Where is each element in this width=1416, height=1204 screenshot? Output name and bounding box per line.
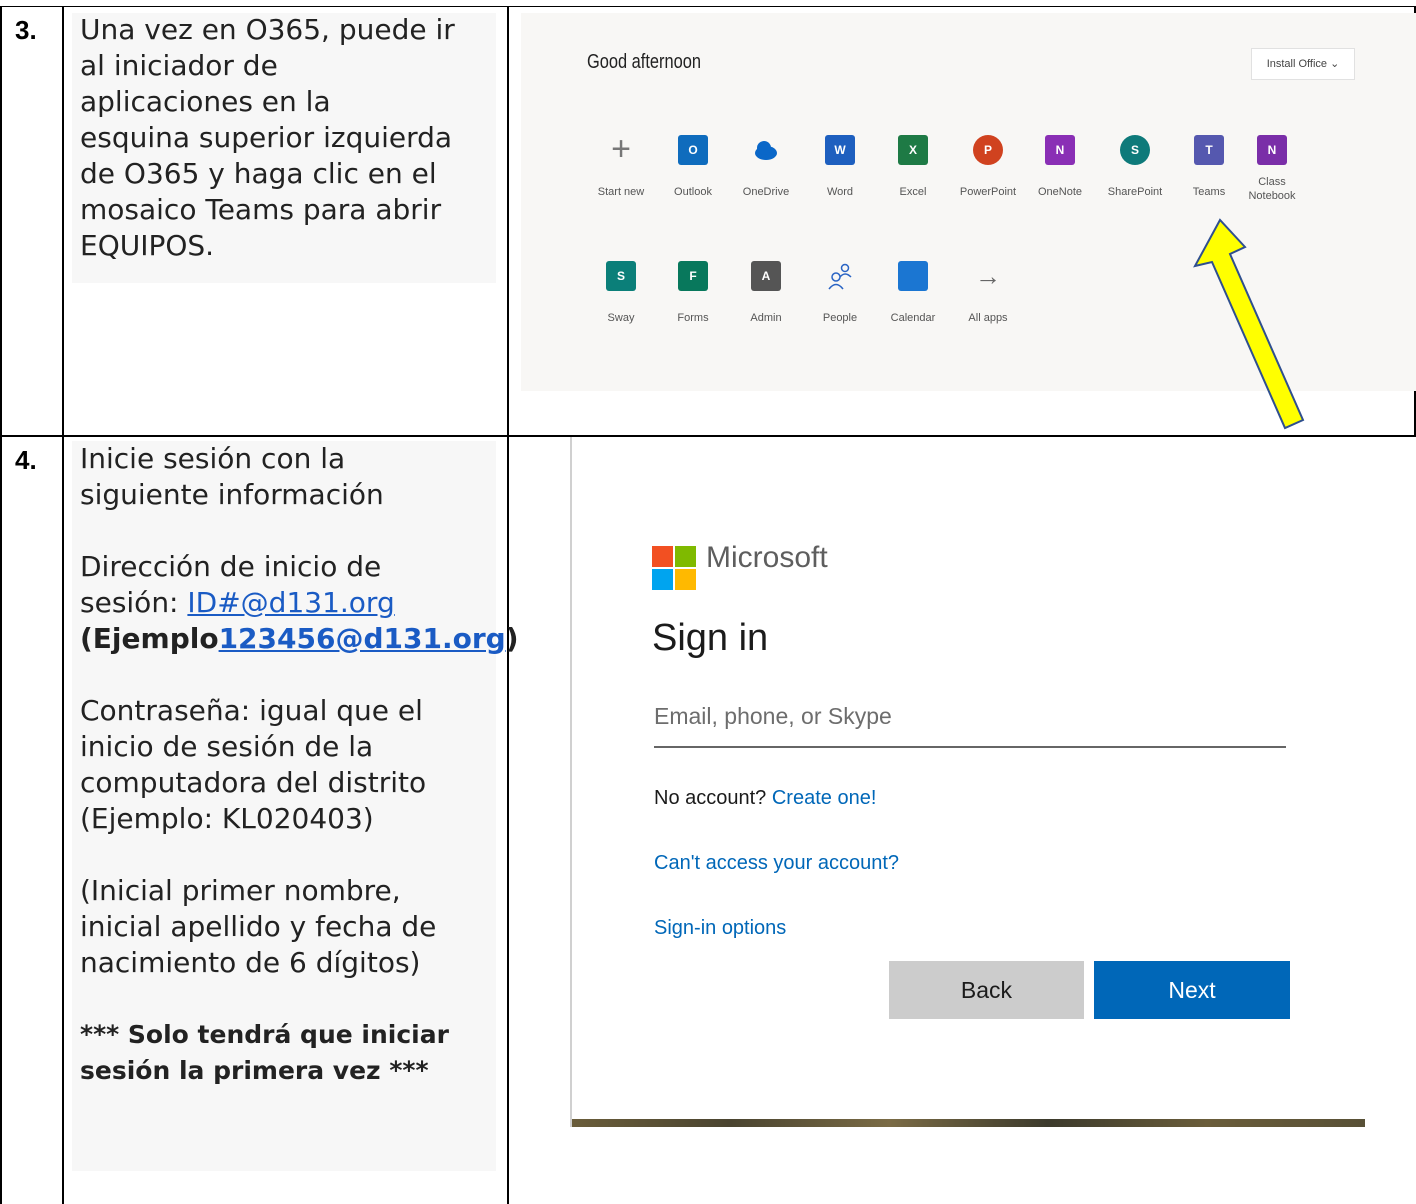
app-tile-class-notebook[interactable]: N Class Notebook (1235, 135, 1309, 203)
excel-icon: X (898, 135, 928, 165)
app-label: People (822, 312, 858, 324)
step-3-line: aplicaciones en la (80, 85, 331, 118)
admin-icon: A (751, 261, 781, 291)
password-line: inicio de sesión de la (80, 730, 374, 763)
email-input[interactable]: Email, phone, or Skype (654, 703, 892, 730)
app-label: Word (826, 186, 854, 198)
app-label: Class Notebook (1248, 176, 1296, 202)
no-account-text: No account? (654, 787, 767, 809)
step-3-line: Una vez en O365, puede ir (80, 13, 455, 46)
app-tile-onedrive[interactable]: OneDrive (729, 135, 803, 199)
signin-title: Sign in (652, 617, 769, 659)
app-tile-start-new[interactable]: + Start new (584, 130, 658, 199)
email-input-underline (654, 746, 1286, 748)
address-line: Dirección de inicio de (80, 550, 382, 583)
table-border-top (0, 6, 1416, 7)
address-row: sesión: ID#@d131.org (80, 585, 518, 621)
calendar-icon (898, 261, 928, 291)
step-4-intro-line: siguiente información (80, 478, 384, 511)
step-3-line: mosaico Teams para abrir (80, 193, 442, 226)
app-label: Calendar (890, 312, 936, 324)
app-label: PowerPoint (959, 186, 1017, 198)
password-line: (Ejemplo: KL020403) (80, 802, 374, 835)
step-3-line: de O365 y haga clic en el (80, 157, 437, 190)
password-line: Contraseña: igual que el (80, 694, 423, 727)
note-line: (Inicial primer nombre, (80, 874, 401, 907)
address-prefix: sesión: (80, 586, 188, 619)
app-tile-onenote[interactable]: N OneNote (1023, 135, 1097, 199)
example-link[interactable]: 123456@d131.org (219, 622, 506, 655)
app-tile-sharepoint[interactable]: S SharePoint (1098, 135, 1172, 199)
address-link[interactable]: ID#@d131.org (187, 586, 394, 619)
teams-icon: T (1194, 135, 1224, 165)
app-label: Forms (677, 312, 709, 324)
sway-icon: S (606, 261, 636, 291)
step-3-line: EQUIPOS. (80, 229, 215, 262)
example-row: (Ejemplo123456@d131.org) (80, 621, 518, 657)
microsoft-brand: Microsoft (706, 541, 828, 574)
note-line: inicial apellido y fecha de (80, 910, 437, 943)
word-icon: W (825, 135, 855, 165)
note-line: nacimiento de 6 dígitos) (80, 946, 421, 979)
step-3-line: al iniciador de (80, 49, 278, 82)
back-button[interactable]: Back (889, 961, 1084, 1019)
forms-icon: F (678, 261, 708, 291)
app-label: Sway (607, 312, 635, 324)
example-open: (Ejemplo (80, 622, 219, 655)
app-label: Outlook (674, 186, 712, 198)
app-label: Admin (750, 312, 782, 324)
app-tile-calendar[interactable]: Calendar (876, 261, 950, 325)
create-account-link[interactable]: Create one! (772, 787, 877, 809)
password-line: computadora del distrito (80, 766, 427, 799)
app-label: OneNote (1037, 186, 1083, 198)
step-3-instructions: Una vez en O365, puede ir al iniciador d… (80, 12, 455, 264)
plus-icon: + (611, 130, 631, 168)
app-tile-admin[interactable]: A Admin (729, 261, 803, 325)
app-label: All apps (968, 312, 1008, 324)
app-tile-sway[interactable]: S Sway (584, 261, 658, 325)
step-3-number: 3. (15, 15, 37, 45)
yellow-arrow-annotation (1193, 218, 1305, 430)
install-office-label: Install Office (1266, 58, 1328, 70)
next-button[interactable]: Next (1094, 961, 1290, 1019)
app-tile-excel[interactable]: X Excel (876, 135, 950, 199)
step-4-number: 4. (15, 445, 37, 475)
app-label: Excel (899, 186, 927, 198)
microsoft-signin-screenshot: Microsoft Sign in Email, phone, or Skype… (570, 437, 1365, 1127)
app-tile-all-apps[interactable]: → All apps (951, 261, 1025, 325)
greeting: Good afternoon (587, 51, 701, 73)
install-office-button[interactable]: Install Office ⌄ (1251, 48, 1355, 80)
table-border-left (0, 6, 2, 1204)
onenote-icon: N (1045, 135, 1075, 165)
sharepoint-icon: S (1120, 135, 1150, 165)
people-icon (825, 261, 855, 291)
app-tile-powerpoint[interactable]: P PowerPoint (951, 135, 1025, 199)
app-label: SharePoint (1107, 186, 1163, 198)
background-strip (572, 1119, 1365, 1127)
column-divider-number (62, 6, 64, 1204)
cant-access-account-link[interactable]: Can't access your account? (654, 852, 899, 875)
class-notebook-icon: N (1257, 135, 1287, 165)
app-tile-word[interactable]: W Word (803, 135, 877, 199)
step-4-instructions: Inicie sesión con la siguiente informaci… (80, 441, 518, 1089)
app-tile-outlook[interactable]: O Outlook (656, 135, 730, 199)
example-close: ) (505, 622, 519, 655)
no-account-row: No account? Create one! (654, 787, 876, 810)
microsoft-logo-icon (652, 546, 696, 590)
onedrive-icon (751, 135, 781, 165)
chevron-down-icon: ⌄ (1330, 58, 1340, 70)
signin-options-link[interactable]: Sign-in options (654, 917, 786, 940)
app-label: Start new (597, 186, 645, 198)
warning-line: *** Solo tendrá que iniciar (80, 1020, 449, 1049)
powerpoint-icon: P (973, 135, 1003, 165)
step-3-line: esquina superior izquierda (80, 121, 453, 154)
outlook-icon: O (678, 135, 708, 165)
app-tile-forms[interactable]: F Forms (656, 261, 730, 325)
app-label: OneDrive (742, 186, 790, 198)
app-tile-people[interactable]: People (803, 261, 877, 325)
step-4-intro-line: Inicie sesión con la (80, 442, 346, 475)
warning-line: sesión la primera vez *** (80, 1056, 429, 1085)
arrow-right-icon: → (975, 261, 1001, 291)
